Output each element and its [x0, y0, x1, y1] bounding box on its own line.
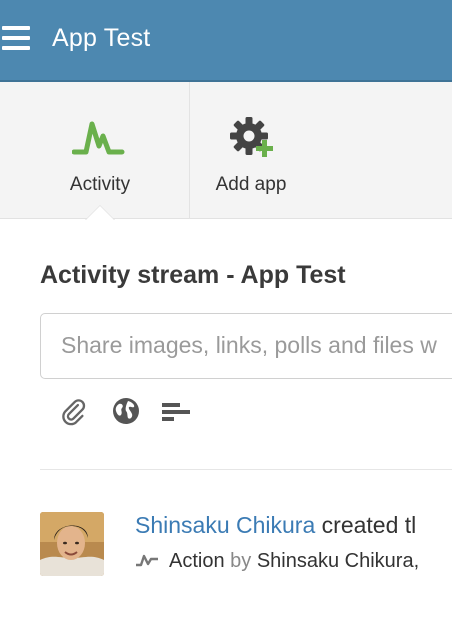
tab-activity-label: Activity	[69, 174, 131, 195]
menu-bar	[2, 26, 30, 30]
avatar[interactable]	[40, 512, 104, 576]
app-header: App Test	[0, 0, 452, 82]
globe-icon[interactable]	[110, 396, 142, 428]
feed-by-label: by	[224, 550, 257, 572]
activity-pulse-icon	[72, 121, 125, 155]
menu-bar	[2, 46, 30, 50]
menu-bar	[2, 36, 30, 40]
feed-author-link[interactable]: Shinsaku Chikura	[135, 512, 315, 538]
share-input[interactable]: Share images, links, polls and files w	[40, 313, 452, 379]
tab-activity[interactable]: Activity	[0, 82, 190, 219]
gear-plus-icon	[230, 117, 273, 157]
feed-verb: created tl	[315, 512, 417, 538]
page-title: Activity stream - App Test	[40, 261, 346, 289]
tab-add-app[interactable]: Add app	[191, 82, 311, 219]
activity-pulse-icon	[136, 554, 158, 567]
active-tab-pointer	[86, 206, 114, 220]
app-title: App Test	[52, 24, 151, 52]
divider	[40, 469, 452, 470]
feed-headline: Shinsaku Chikura created tl	[135, 512, 416, 539]
paperclip-icon[interactable]	[60, 396, 92, 428]
tab-add-app-label: Add app	[215, 174, 287, 195]
tab-bar: Activity Add app	[0, 82, 452, 219]
hamburger-menu-icon[interactable]	[0, 24, 34, 54]
poll-icon[interactable]	[160, 396, 192, 428]
feed-by-author[interactable]: Shinsaku Chikura,	[257, 550, 419, 572]
feed-type-label[interactable]: Action	[169, 550, 225, 572]
feed-item: Shinsaku Chikura created tl Action by Sh…	[40, 510, 452, 580]
feed-meta: Action by Shinsaku Chikura,	[135, 550, 419, 573]
